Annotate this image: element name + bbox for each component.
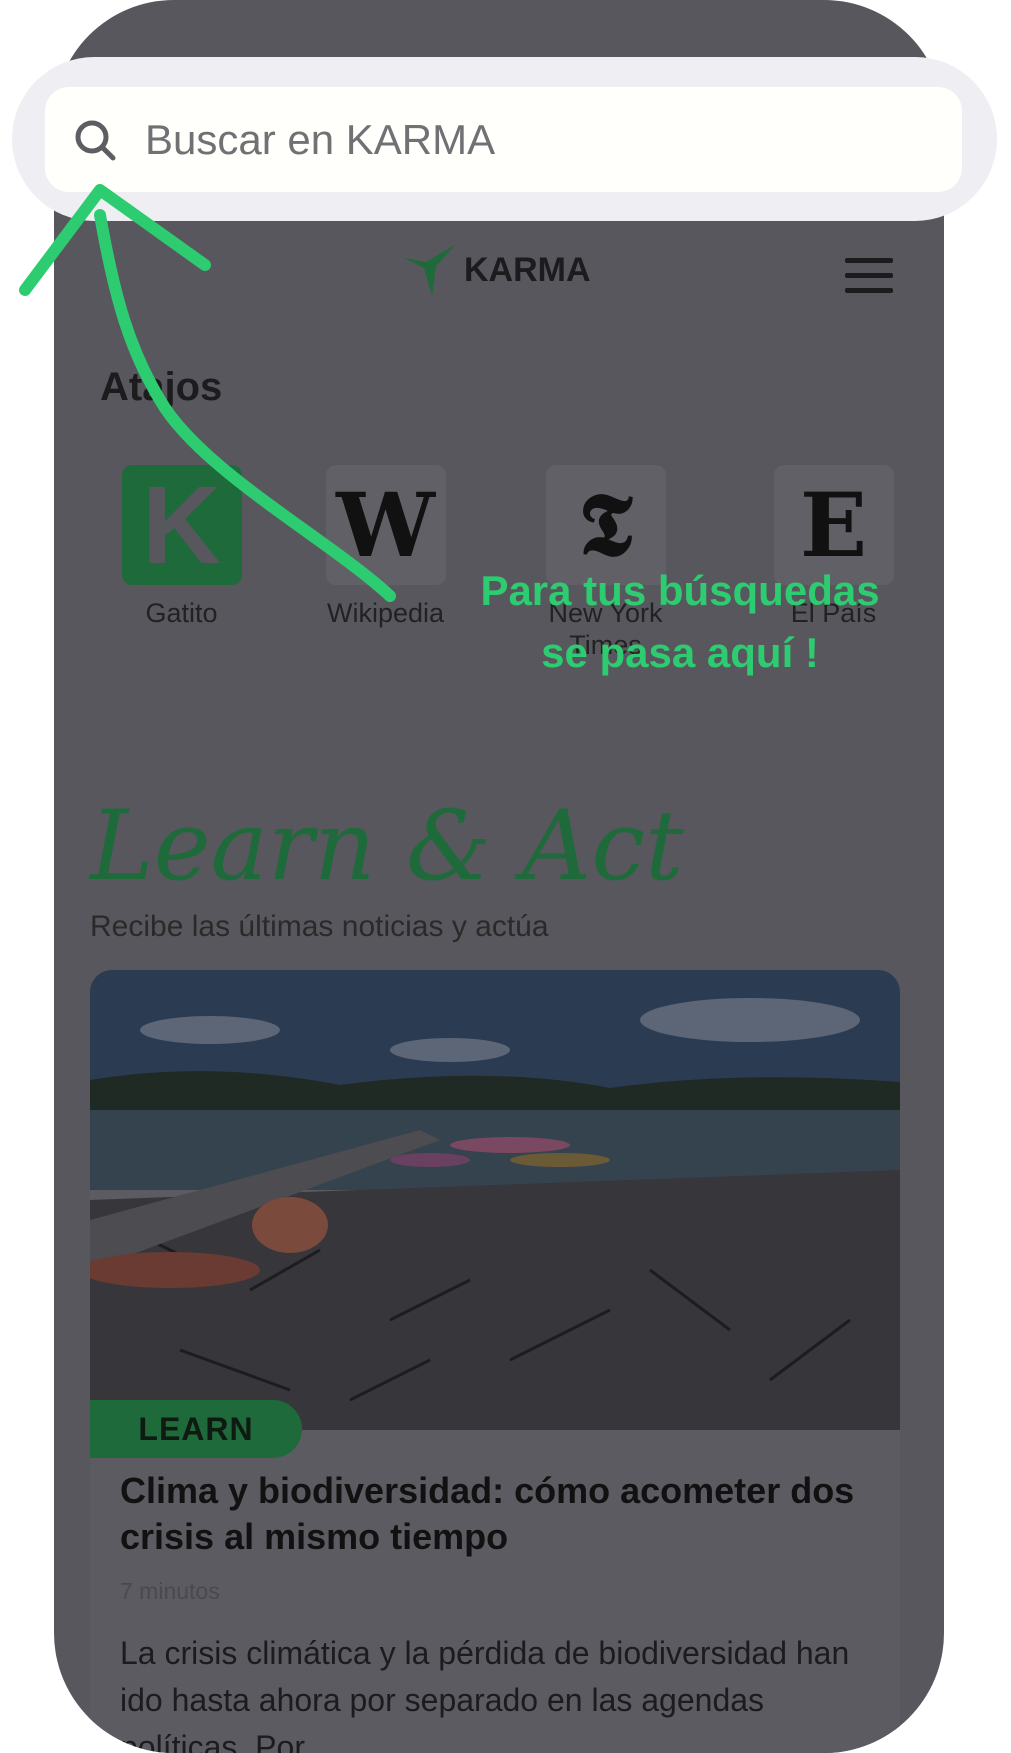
annotation-line-2: se pasa aquí ! (541, 629, 819, 676)
annotation-text: Para tus búsquedas se pasa aquí ! (400, 560, 960, 684)
annotation-arrow-icon (19, 184, 396, 602)
annotation-line-1: Para tus búsquedas (480, 567, 880, 614)
